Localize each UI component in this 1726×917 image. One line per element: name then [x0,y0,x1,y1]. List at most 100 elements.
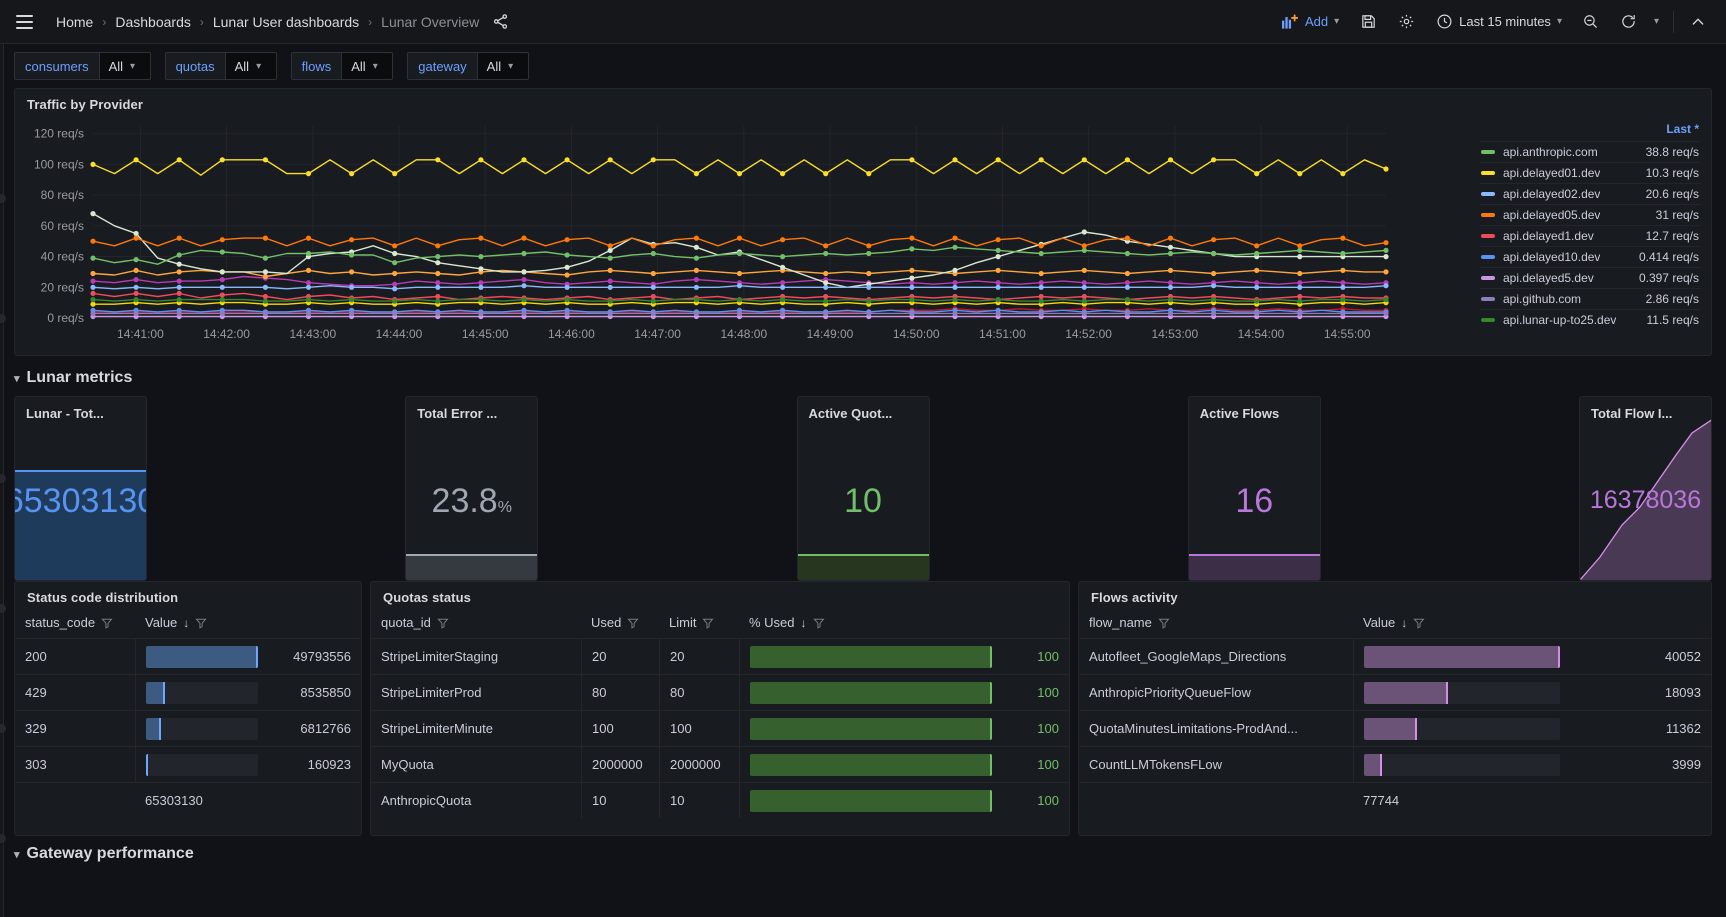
table-cell: 10 [659,783,739,818]
table-row[interactable]: AnthropicPriorityQueueFlow 18093 [1079,674,1711,710]
variable-picker-gateway[interactable]: All ▾ [476,52,529,80]
legend-item[interactable]: api.anthropic.com 38.8 req/s [1479,141,1701,162]
column-header-flow-name[interactable]: flow_name [1079,615,1353,630]
table-row[interactable]: StripeLimiterMinute 100 100 100 [371,710,1069,746]
legend-series-value: 0.414 req/s [1638,250,1699,264]
row-header-gateway-performance[interactable]: ▾ Gateway performance [0,836,1726,872]
table-row[interactable]: 429 8535850 [15,674,361,710]
table-row[interactable]: AnthropicQuota 10 10 100 [371,782,1069,818]
svg-text:14:55:00: 14:55:00 [1324,327,1371,341]
legend-item[interactable]: api.delayed1.dev 12.7 req/s [1479,225,1701,246]
panel-lunar-total[interactable]: Lunar - Tot... 65303130 [14,396,147,581]
gauge-bar [146,753,258,776]
panel-active-quotas[interactable]: Active Quot... 10 [796,396,930,581]
filter-icon[interactable] [812,617,825,629]
table-cell: StripeLimiterProd [381,685,482,700]
svg-text:14:45:00: 14:45:00 [462,327,509,341]
variable-picker-quotas[interactable]: All ▾ [224,52,277,80]
table-row[interactable]: Autofleet_GoogleMaps_Directions 40052 [1079,638,1711,674]
panel-total-flow-invocations[interactable]: Total Flow I... 16378036 [1579,396,1712,581]
table-cell: 20 [581,639,659,674]
table-cell-pct-used: 100 [739,675,1069,710]
svg-text:14:49:00: 14:49:00 [807,327,854,341]
dashboard-settings-button[interactable] [1389,7,1423,37]
table-row[interactable]: 329 6812766 [15,710,361,746]
collapsed-sidebar-rail[interactable] [0,44,6,917]
variable-picker-consumers[interactable]: All ▾ [98,52,151,80]
gauge-bar [750,645,992,668]
filter-icon[interactable] [195,617,207,629]
column-header-used[interactable]: Used [581,615,659,630]
legend-item[interactable]: api.delayed02.dev 20.6 req/s [1479,183,1701,204]
column-header-value[interactable]: Value ↓ [1353,615,1711,630]
legend-series-name: api.delayed10.dev [1503,250,1601,264]
table-row[interactable]: MyQuota 2000000 2000000 100 [371,746,1069,782]
filter-icon[interactable] [437,617,449,629]
svg-text:14:46:00: 14:46:00 [548,327,595,341]
table-row[interactable]: CountLLMTokensFLow 3999 [1079,746,1711,782]
refresh-interval-dropdown[interactable]: ▾ [1650,7,1663,37]
panel-title-flows-activity: Flows activity [1091,590,1178,605]
column-header-quota-id[interactable]: quota_id [371,615,581,630]
legend-series-value: 31 req/s [1655,208,1699,222]
legend-item[interactable]: api.delayed01.dev 10.3 req/s [1479,162,1701,183]
zoom-out-time-button[interactable] [1574,7,1608,37]
refresh-button[interactable] [1612,7,1646,37]
panel-active-flows[interactable]: Active Flows 16 [1187,396,1321,581]
table-cell: AnthropicQuota [381,793,472,808]
legend-item[interactable]: api.delayed5.dev 0.397 req/s [1479,267,1701,288]
variable-picker-flows[interactable]: All ▾ [341,52,394,80]
svg-text:14:50:00: 14:50:00 [893,327,940,341]
column-header-limit[interactable]: Limit [659,615,739,630]
save-dashboard-button[interactable] [1351,7,1385,37]
table-cell: 429 [25,685,47,700]
gauge-tip [146,753,148,776]
gauge-tip [990,717,992,740]
filter-icon[interactable] [1158,617,1170,629]
column-header-pct-used[interactable]: % Used ↓ [739,615,1069,630]
legend-item[interactable]: api.github.com 2.86 req/s [1479,288,1701,309]
table-cell: 10 [581,783,659,818]
variable-label-consumers[interactable]: consumers [14,52,99,80]
table-row[interactable]: 303 160923 [15,746,361,782]
timeseries-plot[interactable]: 0 req/s 20 req/s 40 req/s 60 req/s 80 req/s 1… [15,116,1473,355]
share-icon[interactable] [492,13,510,31]
menu-toggle-icon[interactable] [10,8,38,36]
breadcrumb-item-lunar-user-dashboards[interactable]: Lunar User dashboards [213,14,359,30]
sort-descending-icon[interactable]: ↓ [183,616,189,630]
filter-icon[interactable] [702,617,715,629]
table-cell-value: 6812766 [135,711,361,746]
legend-item[interactable]: api.delayed05.dev 31 req/s [1479,204,1701,225]
column-label: flow_name [1089,615,1152,630]
table-row[interactable]: 200 49793556 [15,638,361,674]
row-header-lunar-metrics[interactable]: ▾ Lunar metrics [0,360,1726,396]
column-label: Value [145,615,178,630]
legend-item[interactable]: api.lunar-up-to25.dev 11.5 req/s [1479,309,1701,330]
sort-descending-icon[interactable]: ↓ [1401,616,1407,630]
breadcrumb-item-home[interactable]: Home [56,14,93,30]
legend-series-name: api.delayed5.dev [1503,271,1594,285]
save-icon [1359,13,1377,31]
table-row[interactable]: StripeLimiterStaging 20 20 100 [371,638,1069,674]
variable-label-quotas[interactable]: quotas [164,52,225,80]
time-range-picker[interactable]: Last 15 minutes ▾ [1427,7,1570,37]
filter-icon[interactable] [101,617,113,629]
sort-descending-icon[interactable]: ↓ [801,616,807,630]
column-header-value[interactable]: Value ↓ [135,615,361,630]
collapse-toolbar-button[interactable] [1684,7,1712,37]
add-panel-button[interactable]: Add ▾ [1273,7,1347,37]
table-row[interactable]: QuotaMinutesLimitations-ProdAnd... 11362 [1079,710,1711,746]
table-row[interactable]: StripeLimiterProd 80 80 100 [371,674,1069,710]
variable-label-flows[interactable]: flows [290,52,342,80]
column-header-status-code[interactable]: status_code [15,615,135,630]
breadcrumb-item-dashboards[interactable]: Dashboards [115,14,191,30]
filter-icon[interactable] [1413,617,1425,629]
chevron-down-icon: ▾ [508,60,514,72]
gauge-tip [990,753,992,776]
filter-icon[interactable] [627,617,639,629]
legend-color-swatch [1481,192,1495,196]
variable-label-gateway[interactable]: gateway [407,52,477,80]
panel-total-error[interactable]: Total Error ... 23.8% [405,396,539,581]
legend-header-last[interactable]: Last * [1479,120,1701,141]
legend-item[interactable]: api.delayed10.dev 0.414 req/s [1479,246,1701,267]
